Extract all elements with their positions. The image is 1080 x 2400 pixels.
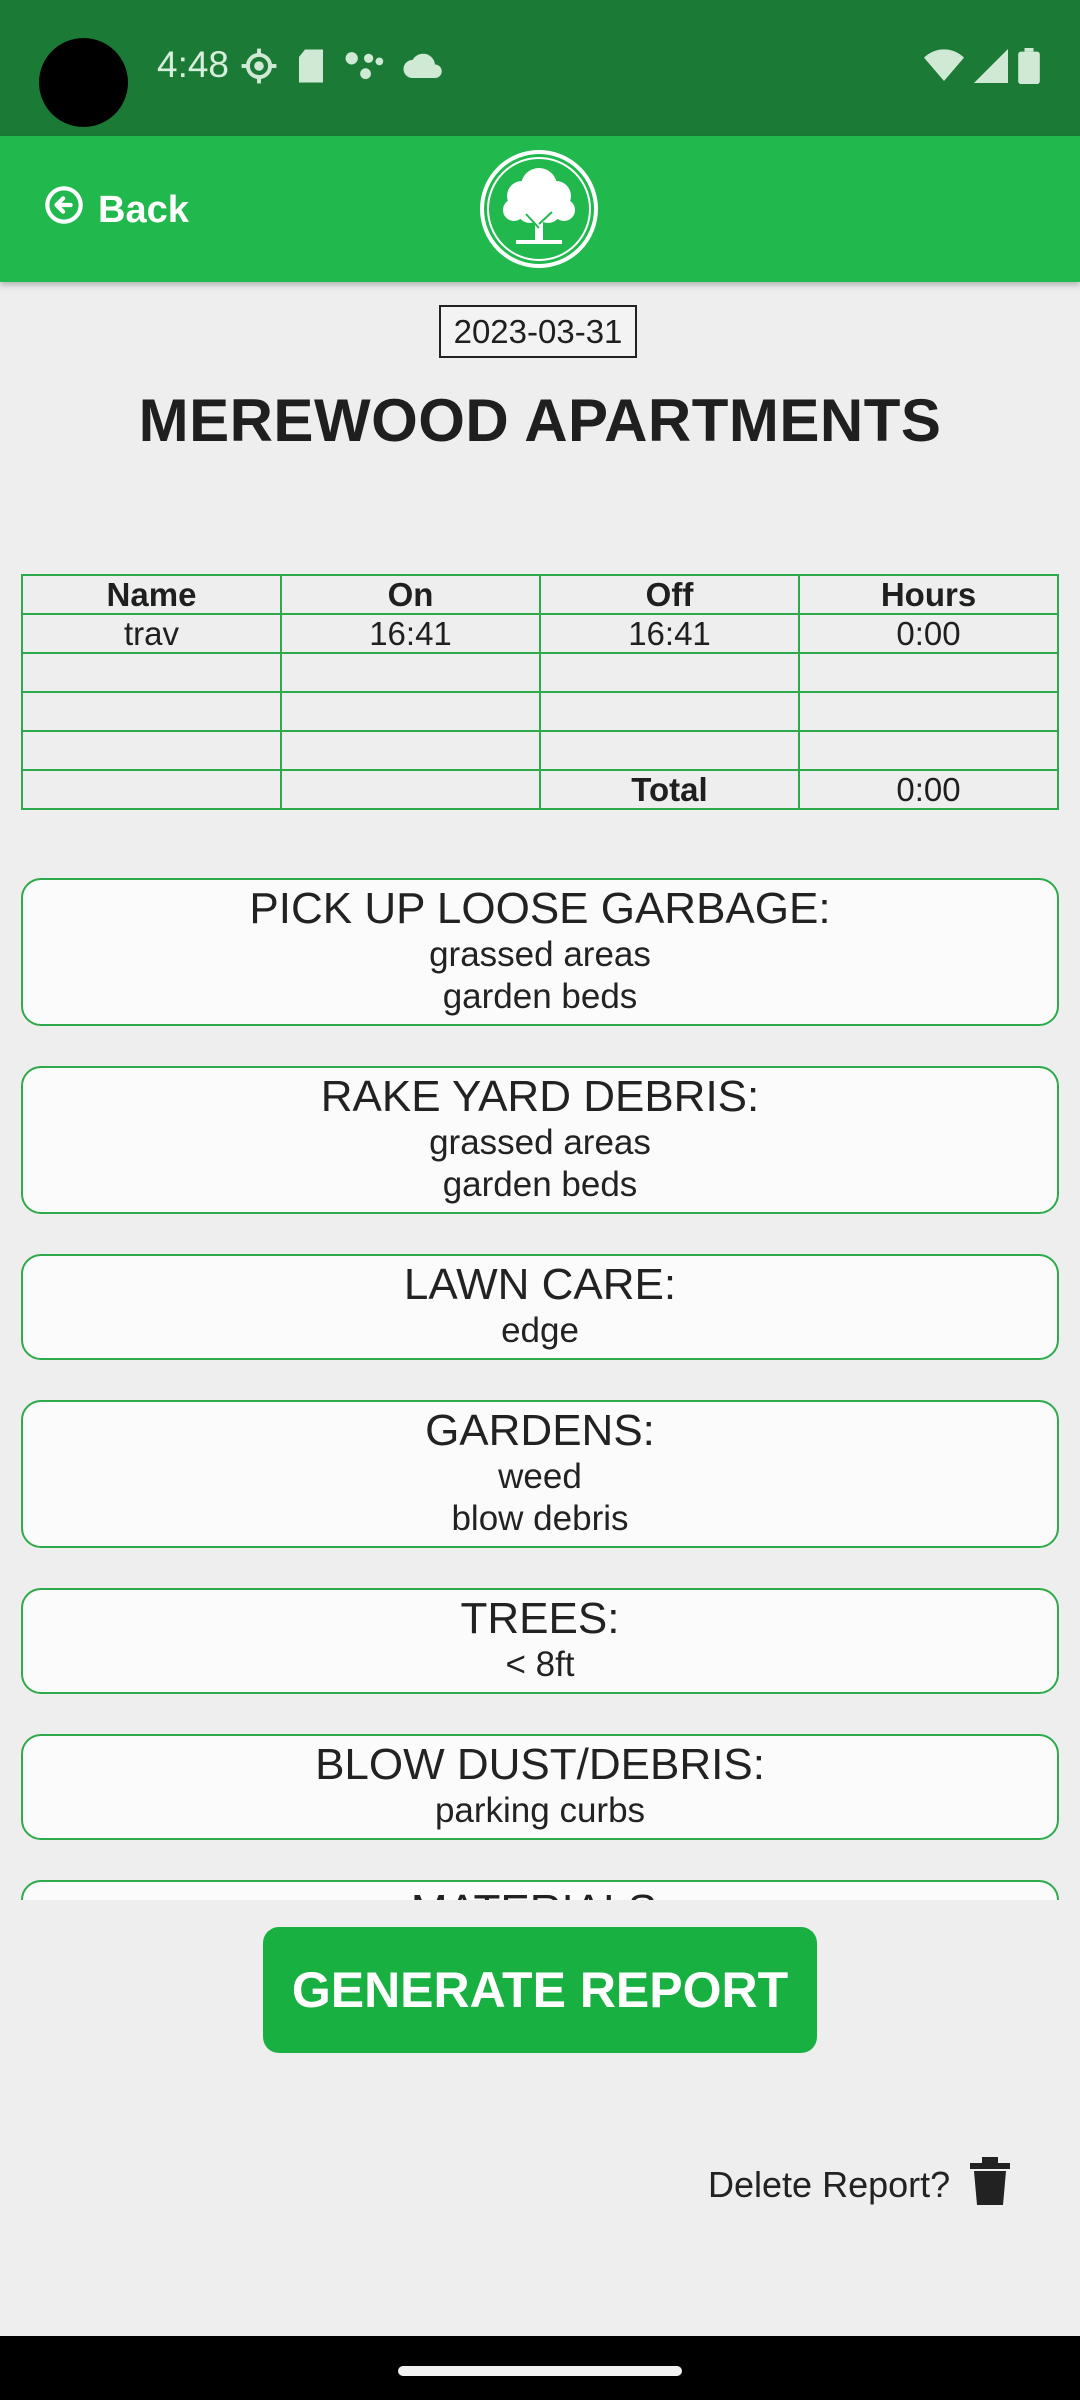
page-title: MEREWOOD APARTMENTS (138, 387, 942, 454)
cell-off[interactable] (539, 730, 800, 771)
table-row: trav 16:41 16:41 0:00 (21, 613, 1059, 654)
task-card[interactable]: LAWN CARE: edge (21, 1254, 1059, 1360)
cloud-icon (402, 51, 444, 86)
status-left-icons (240, 48, 444, 88)
system-nav-bar (0, 2336, 1080, 2400)
task-item: edge (501, 1311, 579, 1350)
task-list[interactable]: PICK UP LOOSE GARBAGE: grassed areas gar… (21, 878, 1059, 1900)
wifi-icon (924, 48, 964, 88)
task-title: LAWN CARE: (403, 1260, 677, 1309)
cell-hours: 0:00 (798, 613, 1059, 654)
task-card[interactable]: BLOW DUST/DEBRIS: parking curbs (21, 1734, 1059, 1840)
settings-icon (240, 47, 278, 90)
cell-hours (798, 691, 1059, 732)
cell-off[interactable] (539, 691, 800, 732)
task-item: garden beds (442, 1165, 638, 1204)
task-item: garden beds (442, 977, 638, 1016)
column-header-hours: Hours (798, 574, 1059, 615)
arrow-left-circle-icon (44, 185, 84, 235)
task-title: PICK UP LOOSE GARBAGE: (249, 884, 831, 933)
cell-name[interactable] (21, 730, 282, 771)
back-button[interactable]: Back (44, 185, 189, 235)
cell-name[interactable] (21, 691, 282, 732)
task-item: grassed areas (429, 1123, 651, 1162)
task-item: weed (498, 1457, 582, 1496)
signal-icon (974, 48, 1008, 88)
sd-card-icon (296, 48, 326, 89)
task-card[interactable]: GARDENS: weed blow debris (21, 1400, 1059, 1548)
task-title: TREES: (460, 1594, 620, 1643)
cell-on[interactable]: 16:41 (280, 613, 541, 654)
delete-report-label: Delete Report? (708, 2164, 951, 2205)
status-bar: 4:48 (0, 0, 1080, 136)
table-row (21, 730, 1059, 771)
table-row (21, 691, 1059, 732)
cell-on[interactable] (280, 652, 541, 693)
total-hours: 0:00 (798, 769, 1059, 810)
timesheet-header-row: Name On Off Hours (21, 574, 1059, 615)
column-header-off: Off (539, 574, 800, 615)
column-header-name: Name (21, 574, 282, 615)
cell-name[interactable]: trav (21, 613, 282, 654)
cell-off[interactable]: 16:41 (539, 613, 800, 654)
task-title: RAKE YARD DEBRIS: (320, 1072, 760, 1121)
task-card[interactable]: MATERIALS: (21, 1880, 1059, 1900)
task-item: grassed areas (429, 935, 651, 974)
battery-icon (1018, 47, 1040, 89)
column-header-on: On (280, 574, 541, 615)
cell-on[interactable] (280, 730, 541, 771)
home-gesture-handle[interactable] (398, 2366, 682, 2376)
cell-off[interactable] (539, 652, 800, 693)
trash-icon (970, 2156, 1011, 2214)
delete-report-button[interactable]: Delete Report? (708, 2155, 1011, 2215)
status-right-icons (924, 47, 1040, 89)
cell-hours (798, 730, 1059, 771)
assistant-dots-icon (344, 49, 384, 88)
task-item: blow debris (451, 1499, 629, 1538)
app-bar: Back (0, 136, 1080, 282)
tree-logo-icon (478, 148, 600, 270)
total-row: Total 0:00 (21, 769, 1059, 810)
generate-report-button[interactable]: GENERATE REPORT (263, 1927, 817, 2053)
total-empty-cell (280, 769, 541, 810)
task-item: < 8ft (505, 1645, 575, 1684)
task-item: parking curbs (434, 1791, 646, 1830)
total-label: Total (539, 769, 800, 810)
table-row (21, 652, 1059, 693)
report-date[interactable]: 2023-03-31 (439, 305, 637, 358)
timesheet-table: Name On Off Hours trav 16:41 16:41 0:00 (21, 574, 1059, 810)
cell-on[interactable] (280, 691, 541, 732)
cell-hours (798, 652, 1059, 693)
total-empty-cell (21, 769, 282, 810)
task-card[interactable]: TREES: < 8ft (21, 1588, 1059, 1694)
task-card[interactable]: PICK UP LOOSE GARBAGE: grassed areas gar… (21, 878, 1059, 1026)
task-title: GARDENS: (425, 1406, 655, 1455)
status-time: 4:48 (157, 44, 230, 85)
camera-cutout (39, 38, 128, 127)
task-title: MATERIALS: (23, 1886, 1057, 1900)
cell-name[interactable] (21, 652, 282, 693)
task-card[interactable]: RAKE YARD DEBRIS: grassed areas garden b… (21, 1066, 1059, 1214)
back-label: Back (98, 188, 189, 231)
task-title: BLOW DUST/DEBRIS: (315, 1740, 765, 1789)
